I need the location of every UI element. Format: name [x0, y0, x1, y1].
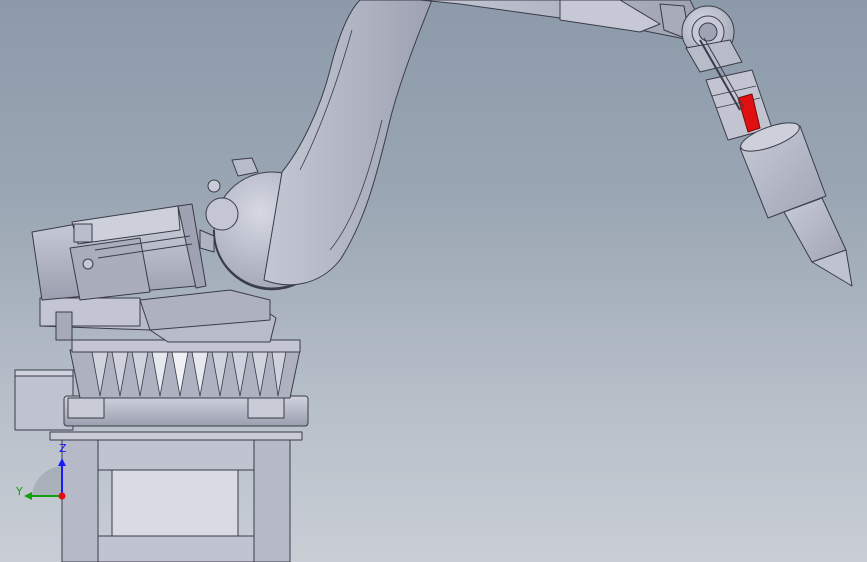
forearm[interactable]	[419, 0, 701, 41]
graphics-viewport[interactable]: Z Y	[0, 0, 867, 562]
counterbalance-housing[interactable]	[31, 203, 207, 301]
z-axis-label: Z	[59, 442, 67, 455]
robot-column[interactable]	[39, 289, 277, 343]
pedestal-frame[interactable]	[49, 431, 303, 562]
spindle-tool[interactable]	[737, 117, 853, 287]
robot-base[interactable]	[63, 339, 309, 427]
robot-assembly-model[interactable]	[0, 0, 867, 562]
upper-arm[interactable]	[263, 0, 433, 286]
y-axis-label: Y	[16, 485, 23, 498]
